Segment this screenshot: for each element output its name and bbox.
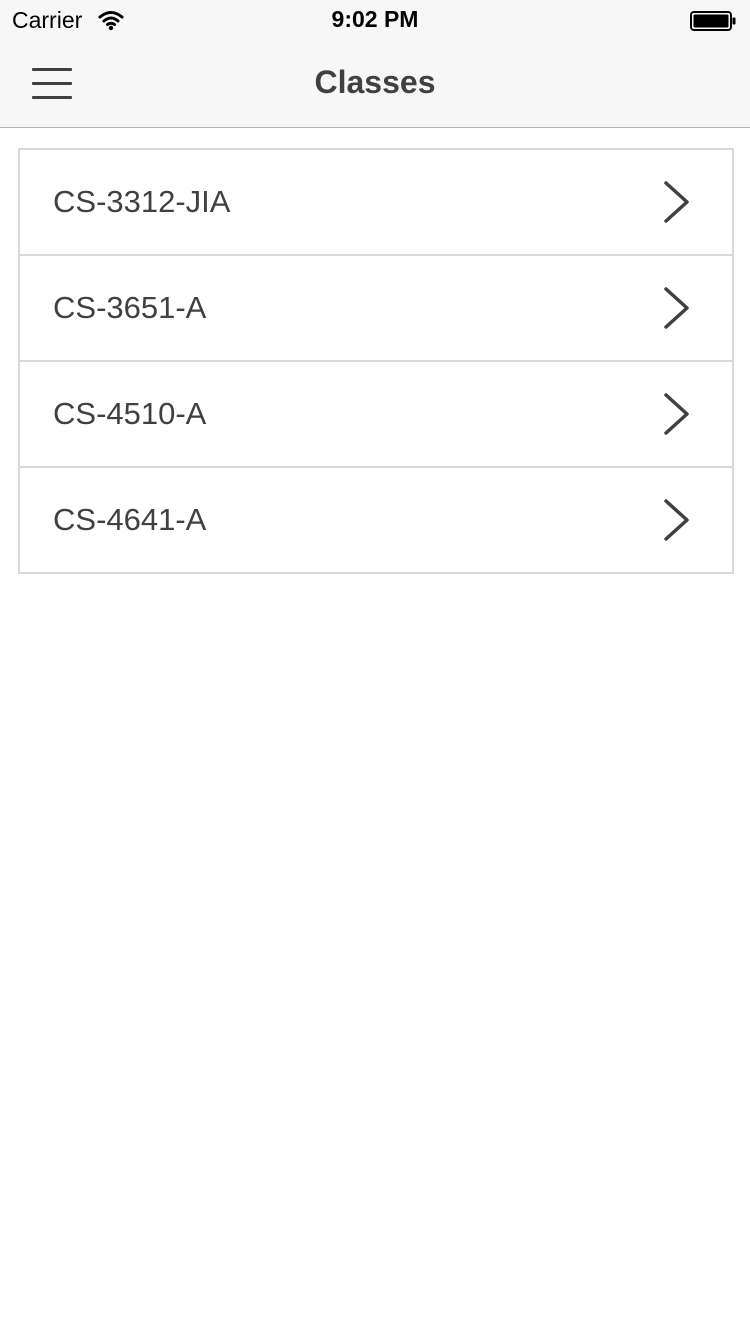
class-label: CS-4641-A <box>53 502 207 537</box>
chevron-right-icon <box>664 393 689 435</box>
class-label: CS-4510-A <box>53 396 207 431</box>
class-label: CS-3312-JIA <box>53 184 231 219</box>
chevron-right-icon <box>664 499 689 541</box>
battery-icon <box>690 11 736 31</box>
chevron-right-icon <box>664 181 689 223</box>
page-title: Classes <box>314 64 436 100</box>
status-time: 9:02 PM <box>331 6 419 32</box>
navigation-bar: Classes <box>0 40 750 128</box>
class-row-cs-4641-a[interactable]: CS-4641-A <box>20 468 732 574</box>
class-list: CS-3312-JIA CS-3651-A CS-4510-A CS-4641-… <box>18 148 734 574</box>
class-row-cs-4510-a[interactable]: CS-4510-A <box>20 362 732 468</box>
class-label: CS-3651-A <box>53 290 207 325</box>
status-bar: Carrier 9:02 PM <box>0 0 750 40</box>
chevron-right-icon <box>664 287 689 329</box>
class-row-cs-3651-a[interactable]: CS-3651-A <box>20 256 732 362</box>
class-row-cs-3312-jia[interactable]: CS-3312-JIA <box>20 150 732 256</box>
